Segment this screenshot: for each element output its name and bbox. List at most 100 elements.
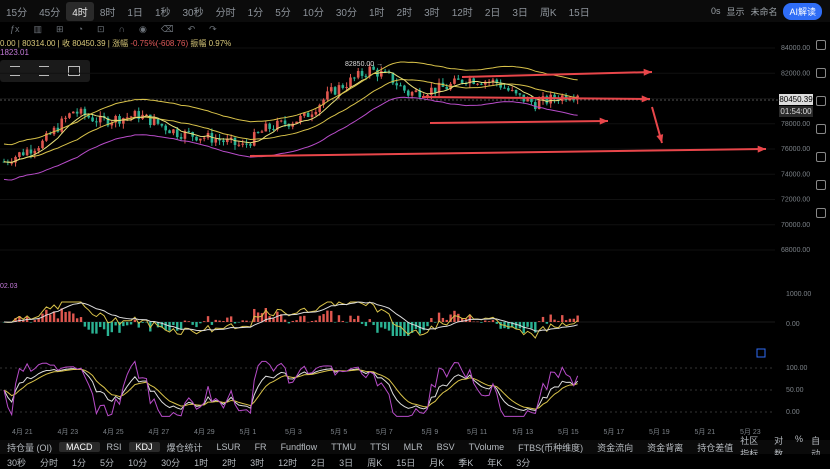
macd-bar [537,321,541,322]
candle-body [60,118,64,132]
candle-body [64,117,67,119]
macd-bar [295,320,298,322]
macd-bar [241,320,244,322]
indicator-tab-3[interactable]: KDJ [128,442,160,452]
bottom-timeframe-11[interactable]: 3日 [332,456,360,469]
bottom-timeframe-13[interactable]: 15日 [389,456,422,469]
candle-body [333,87,337,95]
indicator-tab-9[interactable]: TTSI [363,442,397,452]
bottom-timeframe-15[interactable]: 季K [451,456,480,469]
side-tool-icon[interactable] [816,68,826,78]
bottom-timeframe-0[interactable]: 30秒 [0,456,33,469]
indicator-tab-11[interactable]: BSV [430,442,462,452]
macd-bar [357,315,360,322]
bottom-timeframe-9[interactable]: 12时 [271,456,304,469]
bottom-timeframe-4[interactable]: 10分 [121,456,154,469]
indicator-tab-10[interactable]: MLR [397,442,430,452]
candle-body [29,149,33,154]
candle-body [353,77,356,79]
macd-bar [341,320,344,322]
candle-body [414,90,418,93]
indicator-tab-4[interactable]: 爆仓统计 [160,441,210,454]
price-axis-label: 74000.00 [781,171,810,178]
candle-body [187,131,191,133]
candle-body [399,85,402,87]
candle-body [95,121,98,123]
date-axis-label: 5月 7 [376,428,393,436]
chart-canvas[interactable]: 84000.0082000.0080000.0078000.0076000.00… [0,0,830,469]
side-tool-icon[interactable] [816,40,826,50]
indicator-tab-0[interactable]: 持仓量 (OI) [0,441,59,454]
candle-body [222,140,225,143]
bottom-timeframe-2[interactable]: 1分 [65,456,93,469]
macd-bar [126,322,129,326]
macd-bar [218,320,221,322]
candle-body [326,91,329,100]
candle-body [164,125,167,131]
bottom-timeframe-17[interactable]: 3分 [509,456,537,469]
bottom-timeframe-1[interactable]: 分时 [33,456,65,469]
macd-bar [306,321,310,323]
macd-dea-line [3,301,578,332]
bottom-timeframe-16[interactable]: 年K [480,456,509,469]
side-tool-icon[interactable] [816,96,826,106]
bottom-timeframe-6[interactable]: 1时 [187,456,215,469]
bottom-timeframe-8[interactable]: 3时 [243,456,271,469]
indicator-tab-16[interactable]: 持仓差值 [690,441,740,454]
macd-bar [214,319,217,322]
macd-bar [514,322,518,329]
candle-body [364,75,368,77]
indicator-tab-2[interactable]: RSI [100,442,129,452]
macd-bar [387,322,391,331]
bottom-timeframe-7[interactable]: 2时 [215,456,243,469]
date-axis-label: 5月 19 [649,428,670,436]
macd-bar [222,321,225,322]
indicator-tab-5[interactable]: LSUR [210,442,248,452]
macd-bar [545,322,549,324]
bottom-timeframe-5[interactable]: 30分 [154,456,187,469]
candle-body [249,144,252,146]
candle-body [125,117,129,119]
macd-bar [383,322,387,329]
bottom-timeframe-3[interactable]: 5分 [93,456,121,469]
macd-bar [561,315,564,322]
price-axis-label: 76000.00 [781,146,810,153]
candle-body [195,136,198,141]
candle-body [337,85,341,95]
date-axis-label: 5月 3 [285,428,302,436]
bottom-timeframe-12[interactable]: 周K [360,456,389,469]
macd-bar [333,322,337,323]
macd-bar [272,318,275,322]
date-axis-label: 4月 25 [103,428,124,436]
indicator-tab-7[interactable]: Fundflow [274,442,325,452]
bottom-timeframe-10[interactable]: 2日 [304,456,332,469]
kdj-j-line [3,360,579,417]
macd-bar [376,322,379,333]
indicator-tab-8[interactable]: TTMU [324,442,363,452]
side-tool-icon[interactable] [816,152,826,162]
date-axis-label: 4月 27 [149,428,170,436]
macd-bar [133,319,137,322]
candle-body [152,118,156,125]
candle-body [168,130,171,134]
side-tool-icon[interactable] [816,180,826,190]
side-tool-icon[interactable] [816,208,826,218]
candle-body [245,143,248,145]
price-axis-label: 68000.00 [781,247,810,254]
side-tool-icon[interactable] [816,124,826,134]
candle-body [264,123,268,132]
indicator-tab-15[interactable]: 资金背离 [640,441,690,454]
drawn-arrow-2-head [641,95,650,103]
macd-bar [210,322,214,325]
indicator-tab-13[interactable]: FTBS(币种维度) [511,441,590,454]
candle-body [91,117,94,122]
bottom-timeframe-14[interactable]: 月K [422,456,451,469]
current-price-tag: 80450.39 [779,94,813,105]
indicator-tab-6[interactable]: FR [248,442,274,452]
indicator-tab-12[interactable]: TVolume [462,442,512,452]
macd-bar [330,310,333,322]
indicator-tab-14[interactable]: 资金流向 [590,441,640,454]
macd-bar [249,321,252,323]
indicator-tab-1[interactable]: MACD [59,442,100,452]
macd-bar [303,315,306,322]
